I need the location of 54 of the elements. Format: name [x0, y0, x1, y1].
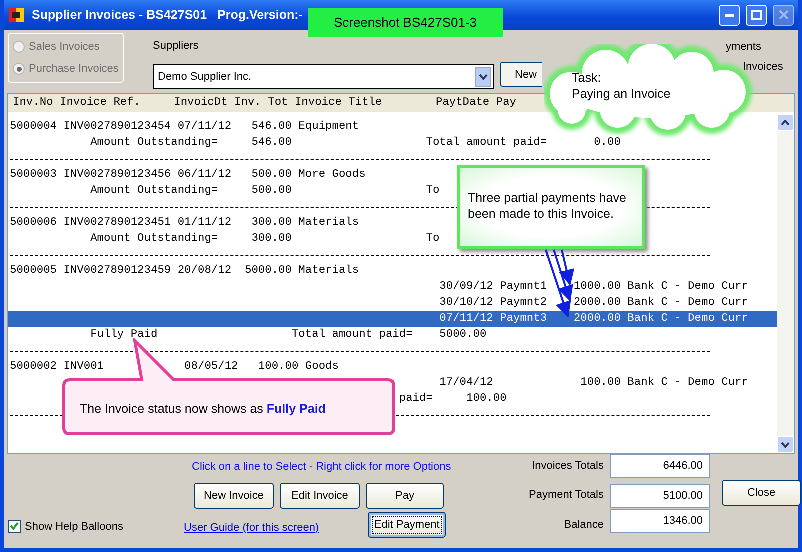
scroll-up-icon[interactable] — [777, 114, 794, 131]
column-header: PaytDate — [436, 97, 491, 109]
total-label: Payment Totals — [528, 488, 604, 503]
list-line[interactable]: Amount Outstanding= 500.00 To — [90, 185, 440, 197]
list-line[interactable]: 5000006 INV0027890123451 01/11/12 300.00 Materials — [10, 217, 360, 229]
balloon-text: Three partial payments have been made to this Invoice. — [468, 190, 628, 222]
list-line[interactable]: 17/04/12 100.00 Bank C - Demo Curr — [440, 377, 748, 389]
list-line[interactable]: Amount Outstanding= 546.00 Total amount paid= 0.00 — [90, 137, 621, 149]
list-line[interactable]: 30/10/12 Paymnt2 2000.00 Bank C - Demo Curr — [440, 297, 748, 309]
user-guide-link[interactable]: User Guide (for this screen) — [184, 522, 320, 534]
window-title: Supplier Invoices - BS427S01 Prog.Version:- — [32, 8, 303, 22]
column-header: Invoice Ref. — [60, 97, 142, 109]
option-label: Invoices — [743, 61, 784, 73]
list-line[interactable]: 5000005 INV0027890123459 20/08/12 5000.00 Materials — [10, 265, 360, 277]
balloon-text: The Invoice status now shows as Fully Paid — [80, 401, 326, 417]
close-dialog-button[interactable]: Close — [722, 480, 801, 506]
screenshot-label: Screenshot BS427S01-3 — [308, 8, 503, 37]
column-header: Invoice Title — [294, 97, 384, 109]
maximize-icon — [751, 10, 762, 20]
action-button[interactable]: Edit Invoice — [280, 483, 360, 509]
scrollbar[interactable] — [777, 114, 794, 453]
app-icon — [8, 6, 26, 24]
action-button[interactable]: New Invoice — [194, 483, 274, 509]
total-field: 1346.00 — [610, 509, 710, 533]
total-field: 5100.00 — [610, 484, 710, 508]
balloon-text: Task: Paying an Invoice — [572, 70, 671, 102]
column-header: InvoicDt — [174, 97, 229, 109]
list-line[interactable]: Fully Paid Total amount paid= 5000.00 — [90, 329, 487, 341]
hint-text: Click on a line to Select - Right click for more Options — [192, 461, 452, 473]
list-line[interactable]: 5000003 INV0027890123456 06/11/12 500.00 More Goods — [10, 169, 366, 181]
action-button[interactable]: Pay — [366, 483, 444, 509]
column-header: Inv.No — [13, 97, 54, 109]
list-line[interactable]: 30/09/12 Paymnt1 1000.00 Bank C - Demo Curr — [440, 281, 748, 293]
supplier-dropdown[interactable]: Demo Supplier Inc. — [153, 64, 494, 89]
edit-payment-button[interactable]: Edit Payment — [368, 512, 446, 538]
checkmark-icon — [10, 522, 19, 531]
column-header: Pay — [496, 97, 518, 109]
help-balloons-checkbox[interactable]: Show Help Balloons — [8, 508, 184, 533]
new-button[interactable]: New — [500, 62, 542, 87]
list-line[interactable]: 5000004 INV0027890123454 07/11/12 546.00 Equipment — [10, 121, 360, 133]
list-line[interactable]: paid= 100.00 — [399, 393, 507, 405]
list-line[interactable]: 5000002 INV001 08/05/12 100.00 Goods — [10, 361, 339, 373]
option-label: yments — [726, 41, 762, 53]
maximize-button[interactable] — [746, 4, 767, 26]
minimize-button[interactable] — [719, 4, 740, 26]
column-header: Inv. Tot — [234, 97, 290, 109]
suppliers-label: Suppliers — [153, 40, 200, 52]
minimize-icon — [725, 14, 734, 16]
total-label: Invoices Totals — [532, 459, 604, 474]
total-label: Balance — [564, 518, 604, 533]
list-line[interactable]: Amount Outstanding= 300.00 To — [90, 233, 440, 245]
close-icon — [778, 10, 788, 20]
total-field: 6446.00 — [610, 454, 710, 478]
scroll-down-icon[interactable] — [777, 436, 794, 453]
